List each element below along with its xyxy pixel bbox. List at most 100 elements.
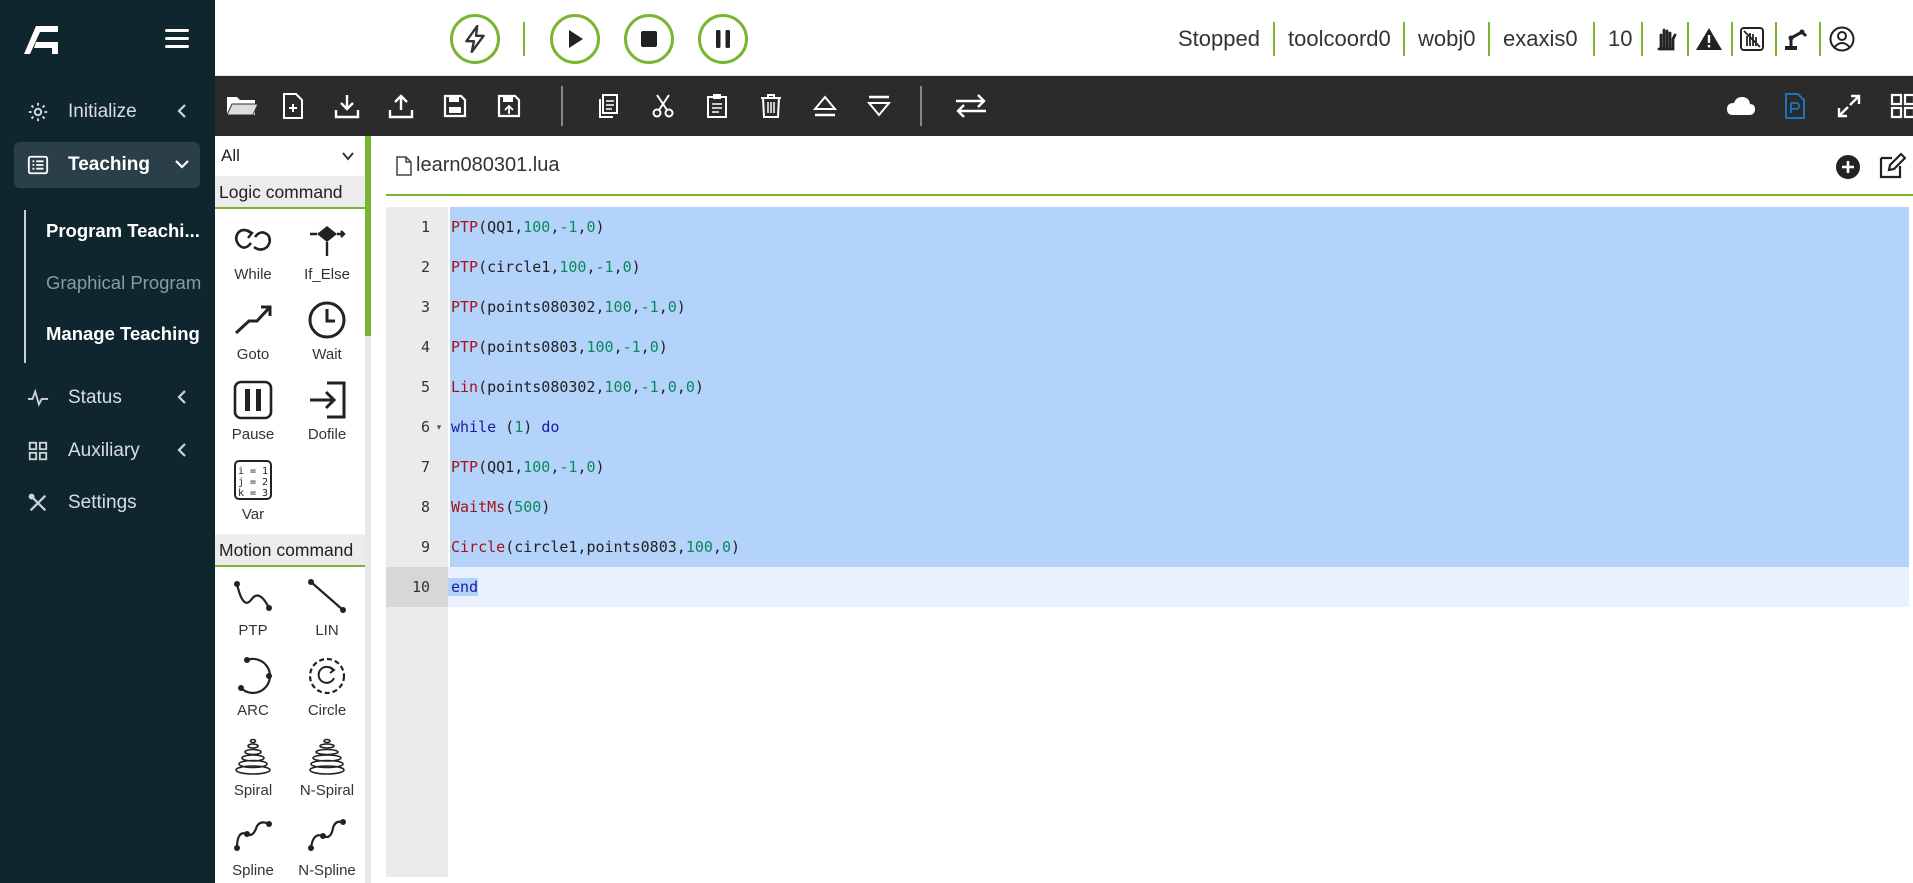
play-button[interactable] bbox=[550, 14, 600, 64]
edit-icon[interactable] bbox=[1878, 152, 1906, 180]
save-icon[interactable] bbox=[439, 90, 471, 122]
sidebar-item-auxiliary[interactable]: Auxiliary bbox=[14, 428, 200, 474]
motion-command-header: Motion command bbox=[215, 534, 365, 567]
cmd-while[interactable]: While bbox=[217, 212, 289, 292]
sidebar-item-initialize[interactable]: Initialize bbox=[14, 89, 200, 135]
code-line[interactable]: 10 end bbox=[386, 567, 1909, 607]
lua-file-icon[interactable] bbox=[1779, 90, 1811, 122]
scrollbar-thumb[interactable] bbox=[365, 136, 371, 336]
sidebar-item-teaching[interactable]: Teaching bbox=[14, 142, 200, 188]
menu-toggle-icon[interactable] bbox=[165, 29, 189, 49]
copy-icon[interactable] bbox=[593, 90, 625, 122]
cut-icon[interactable] bbox=[647, 90, 679, 122]
subnav-manage-teaching[interactable]: Manage Teaching bbox=[46, 323, 211, 345]
robot-arm-icon[interactable] bbox=[1781, 24, 1811, 54]
divider bbox=[1731, 22, 1733, 56]
layout-grid-icon[interactable] bbox=[1887, 90, 1913, 122]
code-line[interactable]: 8 WaitMs(500) bbox=[386, 487, 1909, 527]
upload-icon[interactable] bbox=[385, 90, 417, 122]
code-line[interactable]: 1 PTP(QQ1,100,-1,0) bbox=[386, 207, 1909, 247]
chevron-left-icon bbox=[177, 443, 186, 457]
move-down-icon[interactable] bbox=[863, 90, 895, 122]
sidebar-item-label: Auxiliary bbox=[68, 440, 140, 461]
subnav-program-teaching[interactable]: Program Teachi... bbox=[46, 220, 211, 242]
drag-teach-icon[interactable] bbox=[1737, 24, 1767, 54]
code-token: 1 bbox=[514, 418, 524, 436]
fold-toggle-icon[interactable]: ▾ bbox=[430, 422, 448, 433]
code-line[interactable]: 4 PTP(points0803,100,-1,0) bbox=[386, 327, 1909, 367]
new-file-icon[interactable] bbox=[277, 90, 309, 122]
code-line[interactable]: 9 Circle(circle1,points0803,100,0) bbox=[386, 527, 1909, 567]
cmd-ptp[interactable]: PTP bbox=[217, 568, 289, 648]
line-number: 2 bbox=[420, 258, 430, 276]
code-token: 0 bbox=[721, 538, 731, 556]
code-token: ) bbox=[595, 218, 605, 236]
user-icon[interactable] bbox=[1827, 24, 1857, 54]
pause-button[interactable] bbox=[698, 14, 748, 64]
n-spline-icon bbox=[305, 814, 349, 858]
cmd-wait[interactable]: Wait bbox=[291, 292, 363, 372]
cmd-circle[interactable]: Circle bbox=[291, 648, 363, 728]
tool-coord[interactable]: toolcoord0 bbox=[1278, 22, 1401, 56]
cmd-arc[interactable]: ARC bbox=[217, 648, 289, 728]
fullscreen-icon[interactable] bbox=[1833, 90, 1865, 122]
speed-value[interactable]: 10 bbox=[1598, 22, 1642, 56]
paste-icon[interactable] bbox=[701, 90, 733, 122]
cmd-spline[interactable]: Spline bbox=[217, 808, 289, 883]
code-line[interactable]: 5 Lin(points080302,100,-1,0,0) bbox=[386, 367, 1909, 407]
cmd-if-else[interactable]: If_Else bbox=[291, 212, 363, 292]
subnav-graphical-program[interactable]: Graphical Program bbox=[46, 272, 211, 294]
code-token: 0 bbox=[586, 218, 596, 236]
top-bar: Stopped toolcoord0 wobj0 exaxis0 10 bbox=[215, 0, 1913, 76]
save-as-icon[interactable] bbox=[493, 90, 525, 122]
cmd-goto[interactable]: Goto bbox=[217, 292, 289, 372]
open-folder-icon[interactable] bbox=[223, 90, 261, 122]
file-tab[interactable]: learn080301.lua bbox=[396, 154, 559, 177]
code-line[interactable]: 2 PTP(circle1,100,-1,0) bbox=[386, 247, 1909, 287]
download-icon[interactable] bbox=[331, 90, 363, 122]
external-axis[interactable]: exaxis0 bbox=[1493, 22, 1588, 56]
cmd-n-spline[interactable]: N-Spline bbox=[291, 808, 363, 883]
cloud-icon[interactable] bbox=[1725, 90, 1757, 122]
sidebar-item-settings[interactable]: Settings bbox=[14, 480, 200, 526]
line-number: 5 bbox=[420, 378, 430, 396]
cmd-var[interactable]: i = 1 j = 2 k = 3 Var bbox=[217, 452, 289, 532]
cmd-label: While bbox=[234, 266, 272, 283]
cmd-spiral[interactable]: Spiral bbox=[217, 728, 289, 808]
code-token: Lin bbox=[451, 378, 479, 396]
code-line[interactable]: 7 PTP(QQ1,100,-1,0) bbox=[386, 447, 1909, 487]
teaching-submenu: Program Teachi... Graphical Program Mana… bbox=[24, 210, 210, 363]
enable-button[interactable] bbox=[450, 14, 500, 64]
move-up-icon[interactable] bbox=[809, 90, 841, 122]
cmd-lin[interactable]: LIN bbox=[291, 568, 363, 648]
code-token: ) bbox=[676, 298, 686, 316]
code-line[interactable]: 3 PTP(points080302,100,-1,0) bbox=[386, 287, 1909, 327]
cmd-dofile[interactable]: Dofile bbox=[291, 372, 363, 452]
code-token: -1 bbox=[559, 218, 578, 236]
code-token: ) bbox=[694, 378, 704, 396]
hand-icon[interactable] bbox=[1651, 24, 1681, 54]
swap-icon[interactable] bbox=[951, 90, 991, 122]
divider bbox=[1819, 22, 1821, 56]
variable-icon: i = 1 j = 2 k = 3 bbox=[231, 458, 275, 502]
sidebar: Initialize Teaching Program Teachi... Gr… bbox=[0, 0, 215, 883]
cmd-label: Spline bbox=[232, 862, 274, 879]
cmd-n-spiral[interactable]: N-Spiral bbox=[291, 728, 363, 808]
add-circle-icon[interactable] bbox=[1835, 154, 1861, 180]
cmd-label: Goto bbox=[236, 346, 270, 363]
warning-icon[interactable] bbox=[1694, 24, 1724, 54]
cmd-pause[interactable]: Pause bbox=[217, 372, 289, 452]
palette-scrollbar[interactable] bbox=[365, 136, 371, 883]
code-token: WaitMs bbox=[451, 498, 506, 516]
sidebar-item-status[interactable]: Status bbox=[14, 375, 200, 421]
chevron-left-icon bbox=[177, 104, 186, 118]
delete-icon[interactable] bbox=[755, 90, 787, 122]
stop-button[interactable] bbox=[624, 14, 674, 64]
command-filter-select[interactable]: All bbox=[219, 142, 359, 170]
code-token: , bbox=[613, 258, 623, 276]
cmd-label: ARC bbox=[237, 702, 269, 719]
code-token: PTP bbox=[451, 258, 479, 276]
work-object[interactable]: wobj0 bbox=[1408, 22, 1485, 56]
code-token: ) bbox=[523, 418, 542, 436]
code-line[interactable]: 6 ▾ while (1) do bbox=[386, 407, 1909, 447]
